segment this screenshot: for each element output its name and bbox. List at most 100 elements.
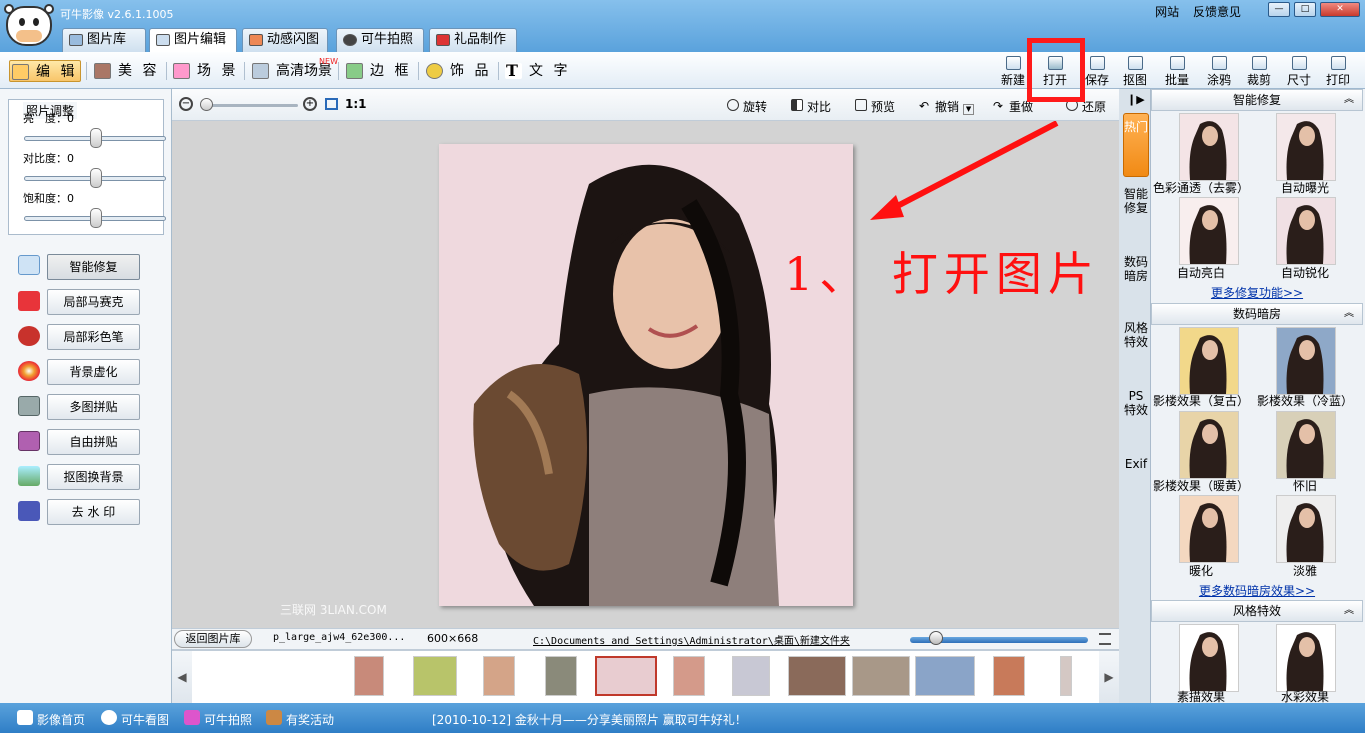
toolbar-edit[interactable]: 编 辑 [9, 60, 81, 82]
toolbar-text[interactable]: T文 字 [503, 60, 573, 82]
tab-camera[interactable]: 可牛拍照 [336, 28, 424, 52]
section-header[interactable]: 风格特效 ︽ [1151, 600, 1363, 622]
filmstrip-thumbnail[interactable] [595, 656, 657, 696]
more-darkroom-link[interactable]: 更多数码暗房效果>> [1151, 582, 1363, 599]
filmstrip-prev-button[interactable]: ◀ [172, 651, 192, 704]
local-color-pen-button[interactable]: 局部彩色笔 [47, 324, 140, 350]
zoom-knob[interactable] [200, 98, 213, 111]
status-camera-link[interactable]: 可牛拍照 [184, 710, 252, 728]
status-prize-link[interactable]: 有奖活动 [266, 710, 334, 728]
effect-thumbnail[interactable] [1276, 495, 1336, 563]
local-mosaic-button[interactable]: 局部马赛克 [47, 289, 140, 315]
section-header[interactable]: 数码暗房 ︽ [1151, 303, 1363, 325]
status-viewer-link[interactable]: 可牛看图 [101, 710, 169, 728]
website-link[interactable]: 网站 [1155, 5, 1179, 19]
toolbar-beauty[interactable]: 美 容 [92, 60, 162, 82]
effect-thumbnail[interactable] [1276, 197, 1336, 265]
effect-thumbnail[interactable] [1179, 624, 1239, 692]
filmstrip-thumbnail[interactable] [1060, 656, 1072, 696]
filmstrip-thumbnail[interactable] [545, 656, 577, 696]
undo-button[interactable]: ↶ 撤销 ▼ [919, 98, 975, 115]
filmstrip-thumbnail[interactable] [993, 656, 1025, 696]
section-header[interactable]: 智能修复 ︽ [1151, 89, 1363, 111]
toolbar-accessory[interactable]: 饰 品 [424, 60, 494, 82]
effect-label[interactable]: 素描效果 [1151, 688, 1251, 703]
effect-thumbnail[interactable] [1276, 411, 1336, 479]
folder-path-link[interactable]: C:\Documents and Settings\Administrator\… [533, 632, 850, 647]
toolbar-scene[interactable]: 场 景 [171, 60, 241, 82]
filmstrip-thumbnail[interactable] [788, 656, 846, 696]
effect-label[interactable]: 自动曝光 [1255, 179, 1355, 196]
new-button[interactable]: 新建 [996, 56, 1030, 88]
close-button[interactable]: ✕ [1320, 2, 1360, 17]
back-to-library-button[interactable]: 返回图片库 [174, 630, 252, 648]
effect-thumbnail[interactable] [1179, 327, 1239, 395]
effect-label[interactable]: 影楼效果（复古） [1151, 392, 1251, 409]
compare-button[interactable]: 对比 [791, 98, 831, 115]
status-home-link[interactable]: 影像首页 [17, 710, 85, 728]
save-button[interactable]: 保存 [1080, 56, 1114, 88]
effect-label[interactable]: 影楼效果（暖黄） [1151, 477, 1251, 494]
effect-thumbnail[interactable] [1276, 327, 1336, 395]
effect-label[interactable]: 淡雅 [1255, 562, 1355, 579]
background-blur-button[interactable]: 背景虚化 [47, 359, 140, 385]
filmstrip-thumbnail[interactable] [483, 656, 515, 696]
filmstrip-thumbnail[interactable] [413, 656, 457, 696]
toolbar-hd-scene[interactable]: 高清场景 NEW [250, 57, 338, 82]
effect-label[interactable]: 暖化 [1151, 562, 1251, 579]
toolbar-frame[interactable]: 边 框 [344, 60, 414, 82]
tab-flash-gif[interactable]: 动感闪图 [242, 28, 328, 52]
thumb-size-knob[interactable] [929, 631, 943, 645]
saturation-slider[interactable] [24, 208, 166, 228]
vtab-exif[interactable]: Exif [1123, 457, 1149, 471]
print-button[interactable]: 打印 [1321, 56, 1355, 88]
maximize-button[interactable]: □ [1294, 2, 1316, 17]
effect-thumbnail[interactable] [1276, 113, 1336, 181]
edited-photo[interactable] [439, 144, 853, 606]
more-repair-link[interactable]: 更多修复功能>> [1151, 284, 1363, 301]
batch-button[interactable]: 批量 [1160, 56, 1194, 88]
status-news-link[interactable]: [2010-10-12] 金秋十月——分享美丽照片 赢取可牛好礼！ [432, 711, 747, 728]
free-collage-button[interactable]: 自由拼贴 [47, 429, 140, 455]
brightness-knob[interactable] [90, 128, 102, 148]
vtab-ps-effects[interactable]: PS特效 [1123, 389, 1149, 417]
rotate-button[interactable]: 旋转 [727, 98, 767, 115]
effect-label[interactable]: 色彩通透（去雾） [1151, 179, 1251, 196]
effect-label[interactable]: 水彩效果 [1255, 688, 1355, 703]
filmstrip-thumbnail[interactable] [732, 656, 770, 696]
filmstrip-next-button[interactable]: ▶ [1099, 651, 1119, 704]
resize-button[interactable]: 尺寸 [1282, 56, 1316, 88]
effect-thumbnail[interactable] [1179, 197, 1239, 265]
vtab-smart-repair[interactable]: 智能修复 [1123, 187, 1149, 215]
fit-window-icon[interactable] [325, 98, 338, 110]
saturation-knob[interactable] [90, 208, 102, 228]
minimize-button[interactable]: — [1268, 2, 1290, 17]
tab-photo-edit[interactable]: 图片编辑 [149, 28, 237, 53]
effect-thumbnail[interactable] [1179, 113, 1239, 181]
filmstrip-thumbnail[interactable] [852, 656, 910, 696]
vtab-style-effects[interactable]: 风格特效 [1123, 321, 1149, 349]
collapse-panel-icon[interactable]: ❙▶ [1127, 93, 1145, 106]
contrast-knob[interactable] [90, 168, 102, 188]
effect-thumbnail[interactable] [1276, 624, 1336, 692]
effect-label[interactable]: 怀旧 [1255, 477, 1355, 494]
tab-photo-library[interactable]: 图片库 [62, 28, 146, 52]
vtab-digital-darkroom[interactable]: 数码暗房 [1123, 255, 1149, 283]
canvas-area[interactable]: 1、 打开图片 [172, 121, 1119, 628]
list-menu-icon[interactable] [1099, 633, 1111, 645]
remove-watermark-button[interactable]: 去 水 印 [47, 499, 140, 525]
effect-label[interactable]: 自动锐化 [1255, 264, 1355, 281]
filmstrip-thumbnail[interactable] [673, 656, 705, 696]
zoom-slider[interactable] [202, 104, 298, 107]
undo-dropdown-icon[interactable]: ▼ [963, 104, 975, 115]
effect-label[interactable]: 影楼效果（冷蓝） [1255, 392, 1355, 409]
effect-thumbnail[interactable] [1179, 411, 1239, 479]
doodle-button[interactable]: 涂鸦 [1202, 56, 1236, 88]
effect-label[interactable]: 自动亮白 [1151, 264, 1251, 281]
filmstrip-thumbnail[interactable] [915, 656, 975, 696]
smart-repair-button[interactable]: 智能修复 [47, 254, 140, 280]
brightness-slider[interactable] [24, 128, 166, 148]
vtab-hot[interactable]: 热门 [1123, 113, 1149, 177]
cutout-button[interactable]: 抠图 [1118, 56, 1152, 88]
crop-button[interactable]: 裁剪 [1242, 56, 1276, 88]
